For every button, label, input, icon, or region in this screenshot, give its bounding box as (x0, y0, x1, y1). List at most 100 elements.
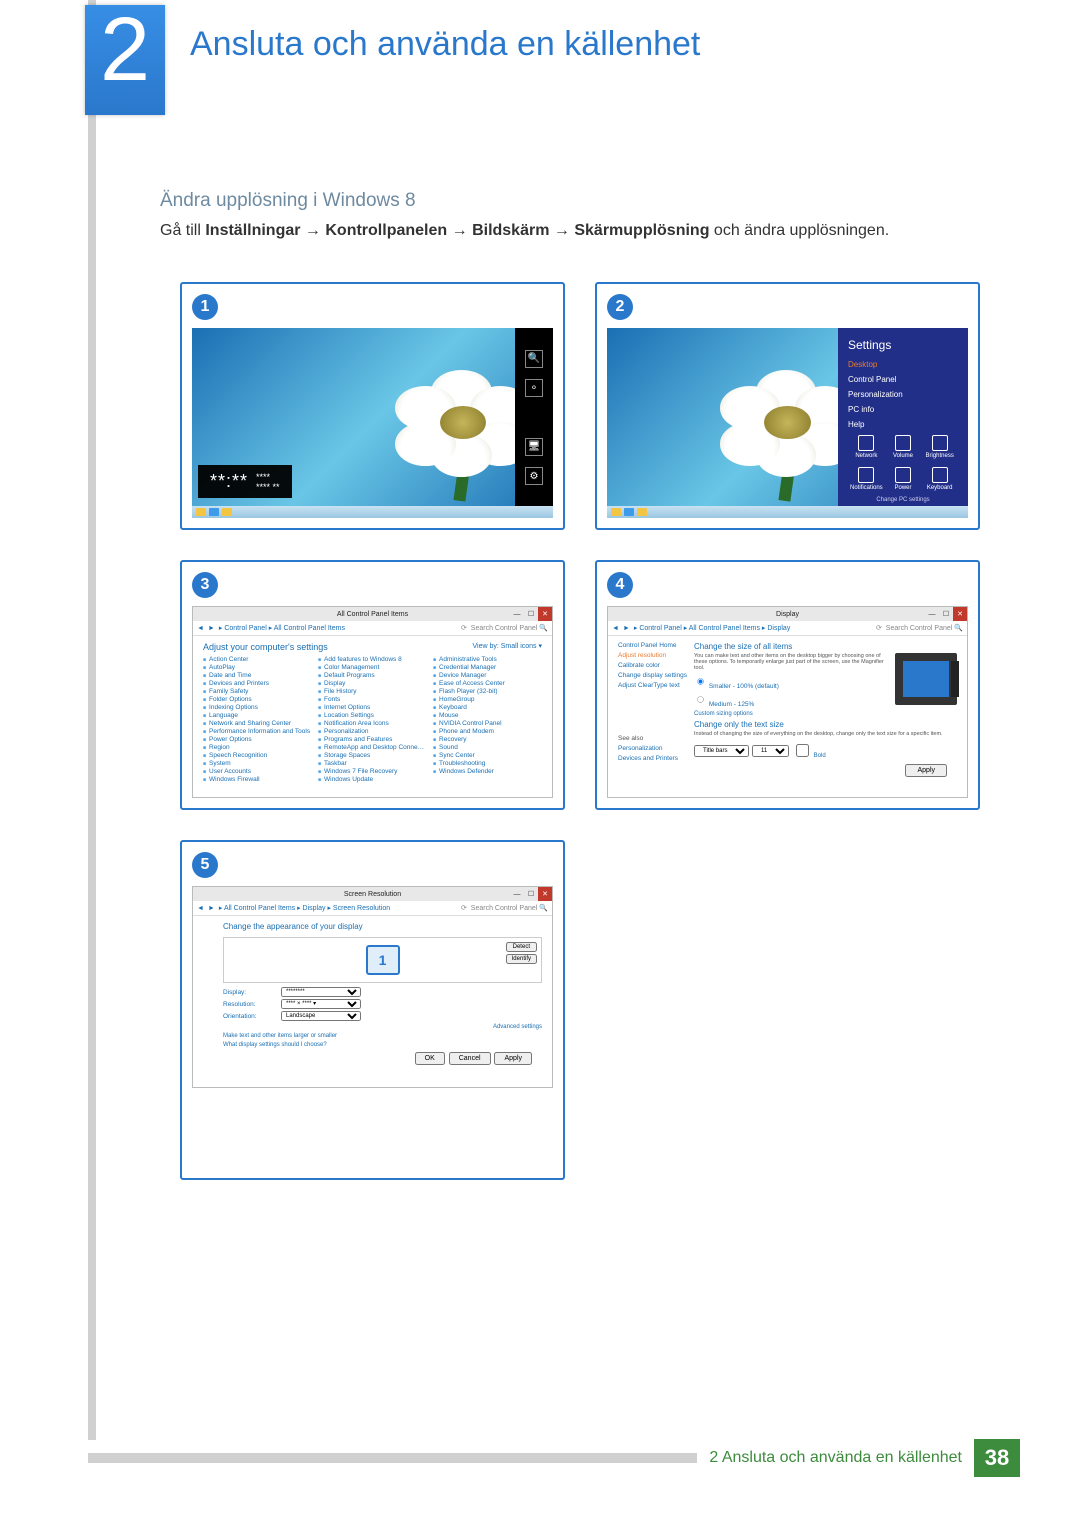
control-panel-item[interactable]: Action Center (203, 656, 312, 663)
sidebar-item[interactable]: Adjust resolution (618, 652, 688, 659)
breadcrumb-path[interactable]: ▸ All Control Panel Items ▸ Display ▸ Sc… (219, 904, 390, 912)
control-panel-item[interactable]: Devices and Printers (203, 680, 312, 687)
sidebar-item[interactable]: Change display settings (618, 672, 688, 679)
breadcrumb[interactable]: ◄ ► ▸ Control Panel ▸ All Control Panel … (193, 621, 552, 636)
control-panel-item[interactable]: Recovery (433, 736, 542, 743)
window-buttons[interactable]: — ☐ ✕ (510, 607, 552, 621)
control-panel-item[interactable]: Storage Spaces (318, 752, 427, 759)
control-panel-item[interactable]: Windows Update (318, 776, 427, 783)
control-panel-item[interactable]: Date and Time (203, 672, 312, 679)
notifications-icon[interactable]: Notifications (848, 467, 885, 491)
view-by[interactable]: View by: Small icons ▾ (472, 642, 542, 650)
apply-button[interactable]: Apply (905, 764, 947, 777)
maximize-icon[interactable]: ☐ (524, 607, 538, 621)
control-panel-item[interactable]: Device Manager (433, 672, 542, 679)
window-buttons[interactable]: — ☐ ✕ (925, 607, 967, 621)
taskbar[interactable] (607, 506, 968, 518)
breadcrumb[interactable]: ◄ ► ▸ Control Panel ▸ All Control Panel … (608, 621, 967, 636)
close-icon[interactable]: ✕ (538, 607, 552, 621)
settings-item[interactable]: PC info (848, 405, 958, 414)
control-panel-item[interactable]: Windows Firewall (203, 776, 312, 783)
share-charm-icon[interactable]: ⚬ (525, 379, 543, 397)
settings-charm-icon[interactable]: ⚙ (525, 467, 543, 485)
search-field[interactable]: ⟳ Search Control Panel 🔍 (461, 624, 548, 632)
power-icon[interactable]: Power (885, 467, 922, 491)
settings-item[interactable]: Desktop (848, 360, 958, 369)
control-panel-item[interactable]: Personalization (318, 728, 427, 735)
control-panel-item[interactable]: Sound (433, 744, 542, 751)
apply-button[interactable]: Apply (494, 1052, 532, 1065)
control-panel-item[interactable]: Keyboard (433, 704, 542, 711)
control-panel-item[interactable]: Fonts (318, 696, 427, 703)
charms-bar[interactable]: 🔍 ⚬ 🖥 ⚙ (515, 328, 553, 506)
control-panel-item[interactable]: Default Programs (318, 672, 427, 679)
control-panel-item[interactable]: System (203, 760, 312, 767)
control-panel-item[interactable]: HomeGroup (433, 696, 542, 703)
control-panel-item[interactable]: Region (203, 744, 312, 751)
size-select[interactable]: 11 (752, 745, 789, 757)
text-size-controls[interactable]: Title bars 11 Bold (694, 741, 957, 760)
identify-button[interactable]: Identify (506, 954, 537, 964)
control-panel-item[interactable]: Location Settings (318, 712, 427, 719)
sidebar-item[interactable]: Calibrate color (618, 662, 688, 669)
maximize-icon[interactable]: ☐ (524, 887, 538, 901)
settings-item[interactable]: Control Panel (848, 375, 958, 384)
control-panel-item[interactable]: Phone and Modem (433, 728, 542, 735)
close-icon[interactable]: ✕ (953, 607, 967, 621)
control-panel-item[interactable]: Indexing Options (203, 704, 312, 711)
control-panel-item[interactable]: Flash Player (32-bit) (433, 688, 542, 695)
search-charm-icon[interactable]: 🔍 (525, 350, 543, 368)
control-panel-item[interactable]: Power Options (203, 736, 312, 743)
back-icon[interactable]: ◄ (197, 625, 204, 632)
ok-button[interactable]: OK (415, 1052, 445, 1065)
window-buttons[interactable]: — ☐ ✕ (510, 887, 552, 901)
control-panel-item[interactable]: Network and Sharing Center (203, 720, 312, 727)
control-panel-item[interactable]: Family Safety (203, 688, 312, 695)
taskbar-icons[interactable] (611, 508, 647, 516)
control-panel-item[interactable]: Windows 7 File Recovery (318, 768, 427, 775)
cancel-button[interactable]: Cancel (449, 1052, 491, 1065)
display-select[interactable]: ******** (281, 987, 361, 997)
change-pc-settings[interactable]: Change PC settings (848, 497, 958, 503)
text-size-link[interactable]: Make text and other items larger or smal… (223, 1033, 542, 1039)
devices-charm-icon[interactable]: 🖥 (525, 438, 543, 456)
advanced-settings-link[interactable]: Advanced settings (223, 1024, 542, 1030)
bold-checkbox[interactable]: Bold (792, 741, 826, 760)
close-icon[interactable]: ✕ (538, 887, 552, 901)
search-field[interactable]: ⟳ Search Control Panel 🔍 (461, 904, 548, 912)
breadcrumb-path[interactable]: ▸ Control Panel ▸ All Control Panel Item… (634, 624, 790, 632)
forward-icon[interactable]: ► (623, 625, 630, 632)
control-panel-item[interactable]: NVIDIA Control Panel (433, 720, 542, 727)
forward-icon[interactable]: ► (208, 625, 215, 632)
seealso-item[interactable]: Devices and Printers (618, 755, 688, 762)
control-panel-item[interactable]: Troubleshooting (433, 760, 542, 767)
settings-pane[interactable]: Settings Desktop Control Panel Personali… (838, 328, 968, 506)
back-icon[interactable]: ◄ (197, 905, 204, 912)
brightness-icon[interactable]: Brightness (921, 435, 958, 459)
detect-button[interactable]: Detect (506, 942, 537, 952)
item-select[interactable]: Title bars (694, 745, 749, 757)
maximize-icon[interactable]: ☐ (939, 607, 953, 621)
control-panel-item[interactable]: Add features to Windows 8 (318, 656, 427, 663)
settings-item[interactable]: Help (848, 420, 958, 429)
control-panel-item[interactable]: File History (318, 688, 427, 695)
network-icon[interactable]: Network (848, 435, 885, 459)
control-panel-item[interactable]: Color Management (318, 664, 427, 671)
control-panel-item[interactable]: Internet Options (318, 704, 427, 711)
taskbar[interactable] (192, 506, 553, 518)
control-panel-item[interactable]: Sync Center (433, 752, 542, 759)
custom-sizing-link[interactable]: Custom sizing options (694, 711, 957, 717)
control-panel-item[interactable]: User Accounts (203, 768, 312, 775)
minimize-icon[interactable]: — (925, 607, 939, 621)
control-panel-item[interactable]: AutoPlay (203, 664, 312, 671)
control-panel-item[interactable]: Ease of Access Center (433, 680, 542, 687)
control-panel-item[interactable]: Language (203, 712, 312, 719)
sidebar-item[interactable]: Control Panel Home (618, 642, 688, 649)
control-panel-item[interactable]: Programs and Features (318, 736, 427, 743)
control-panel-item[interactable]: Mouse (433, 712, 542, 719)
control-panel-item[interactable]: Notification Area Icons (318, 720, 427, 727)
settings-item[interactable]: Personalization (848, 390, 958, 399)
search-field[interactable]: ⟳ Search Control Panel 🔍 (876, 624, 963, 632)
control-panel-item[interactable]: Folder Options (203, 696, 312, 703)
monitor-icon[interactable]: 1 (366, 945, 400, 975)
